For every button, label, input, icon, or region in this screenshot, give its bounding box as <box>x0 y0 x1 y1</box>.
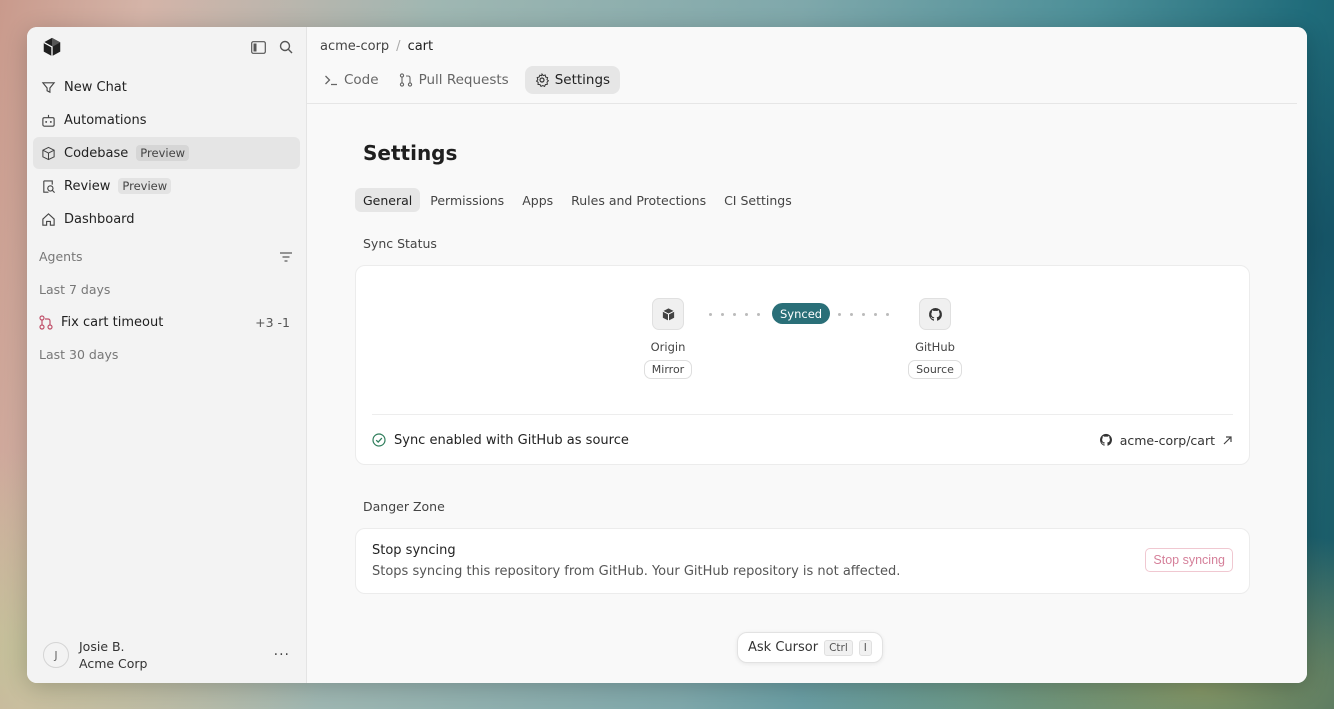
sidebar-item-label: Codebase <box>64 145 129 161</box>
subtab-rules-and-protections[interactable]: Rules and Protections <box>563 188 714 212</box>
left-connector <box>709 313 760 316</box>
sidebar-item-review[interactable]: Review Preview <box>33 170 300 202</box>
main-panel: acme-corp / cart Code Pull Requests Sett… <box>307 27 1307 683</box>
github-node: GitHub Source <box>905 298 965 379</box>
check-circle-icon <box>372 433 386 447</box>
app-window: New Chat Automations Codebase Preview Re… <box>27 27 1307 683</box>
github-icon <box>919 298 951 330</box>
cube-icon <box>42 146 55 160</box>
sync-footer: Sync enabled with GitHub as source acme-… <box>372 430 1233 450</box>
subtab-general[interactable]: General <box>355 188 421 212</box>
sidebar-item-label: Automations <box>64 112 147 128</box>
tab-label: Pull Requests <box>418 72 509 88</box>
page-title: Settings <box>363 141 458 165</box>
cursor-logo-icon[interactable] <box>41 36 63 58</box>
sync-status-heading: Sync Status <box>363 236 437 251</box>
sidebar-item-label: Review <box>64 178 111 194</box>
sidebar-item-codebase[interactable]: Codebase Preview <box>33 137 300 169</box>
toggle-sidebar-icon[interactable] <box>250 39 266 55</box>
sidebar-item-label: Dashboard <box>64 211 135 227</box>
breadcrumb-separator: / <box>396 39 401 54</box>
origin-cube-icon <box>652 298 684 330</box>
agent-item-label: Fix cart timeout <box>61 314 164 330</box>
repo-link-label: acme-corp/cart <box>1119 432 1215 448</box>
tab-label: Settings <box>554 72 611 88</box>
last-30-days-label: Last 30 days <box>39 347 119 362</box>
shortcut-key-i: I <box>858 639 872 656</box>
sidebar-item-label: New Chat <box>64 79 127 95</box>
topbar: acme-corp / cart Code Pull Requests Sett… <box>307 27 1297 104</box>
user-name: Josie B. <box>79 639 125 654</box>
synced-badge: Synced <box>772 303 831 324</box>
branch-icon <box>39 314 53 330</box>
origin-node: Origin Mirror <box>638 298 698 379</box>
agents-section-header: Agents <box>27 240 306 273</box>
tab-settings[interactable]: Settings <box>524 66 621 94</box>
preview-badge: Preview <box>136 145 190 161</box>
avatar: J <box>43 642 69 668</box>
home-icon <box>42 212 55 226</box>
tab-code[interactable]: Code <box>320 66 389 94</box>
sync-message: Sync enabled with GitHub as source <box>394 432 629 448</box>
more-icon[interactable]: ··· <box>274 647 290 663</box>
github-name: GitHub <box>915 340 955 354</box>
terminal-icon <box>325 75 337 86</box>
github-role-badge: Source <box>908 360 962 379</box>
agent-item-diff: +3 -1 <box>255 314 290 330</box>
sidebar-nav: New Chat Automations Codebase Preview Re… <box>27 67 306 240</box>
user-profile[interactable]: J Josie B. Acme Corp ··· <box>43 639 290 671</box>
external-link-icon <box>1223 435 1232 444</box>
danger-zone-card: Stop syncing Stops syncing this reposito… <box>355 528 1250 594</box>
stop-syncing-title: Stop syncing <box>372 543 456 558</box>
breadcrumb-org[interactable]: acme-corp <box>320 39 389 54</box>
sidebar-item-dashboard[interactable]: Dashboard <box>33 203 300 235</box>
search-icon[interactable] <box>278 39 294 55</box>
subtab-apps[interactable]: Apps <box>514 188 561 212</box>
automations-icon <box>42 114 55 127</box>
settings-content: Settings General Permissions Apps Rules … <box>355 127 1250 594</box>
user-org: Acme Corp <box>79 656 148 671</box>
github-repo-link[interactable]: acme-corp/cart <box>1099 433 1233 448</box>
agents-label: Agents <box>39 249 83 264</box>
sidebar-item-new-chat[interactable]: New Chat <box>33 71 300 103</box>
tab-pull-requests[interactable]: Pull Requests <box>395 66 519 94</box>
sidebar-header <box>27 27 306 67</box>
gear-icon <box>535 73 549 87</box>
stop-syncing-button[interactable]: Stop syncing <box>1145 548 1233 572</box>
sync-status-card: Origin Mirror Synced GitHub Source Sync … <box>355 265 1250 465</box>
github-small-icon <box>1099 433 1112 446</box>
agent-item[interactable]: Fix cart timeout +3 -1 <box>27 306 306 338</box>
breadcrumb: acme-corp / cart <box>320 27 1284 66</box>
preview-badge: Preview <box>118 178 172 194</box>
card-divider <box>372 414 1233 415</box>
stop-syncing-description: Stops syncing this repository from GitHu… <box>372 564 901 579</box>
right-connector <box>838 313 889 316</box>
origin-role-badge: Mirror <box>643 360 693 379</box>
breadcrumb-repo[interactable]: cart <box>408 39 434 54</box>
ask-cursor-button[interactable]: Ask Cursor Ctrl I <box>737 632 883 663</box>
repo-tabs: Code Pull Requests Settings <box>320 66 1284 94</box>
pull-request-icon <box>399 73 412 87</box>
danger-zone-heading: Danger Zone <box>363 499 445 514</box>
tab-label: Code <box>344 72 379 88</box>
last-7-days-label: Last 7 days <box>39 282 111 297</box>
origin-name: Origin <box>650 340 686 354</box>
shortcut-key-ctrl: Ctrl <box>824 639 853 656</box>
sidebar-item-automations[interactable]: Automations <box>33 104 300 136</box>
filter-icon[interactable] <box>278 249 294 265</box>
subtab-permissions[interactable]: Permissions <box>422 188 512 212</box>
sidebar: New Chat Automations Codebase Preview Re… <box>27 27 307 683</box>
ask-cursor-label: Ask Cursor <box>748 640 819 655</box>
subtab-ci-settings[interactable]: CI Settings <box>716 188 800 212</box>
new-chat-icon <box>41 81 56 93</box>
review-icon <box>43 179 55 193</box>
settings-subtabs: General Permissions Apps Rules and Prote… <box>355 188 1250 212</box>
